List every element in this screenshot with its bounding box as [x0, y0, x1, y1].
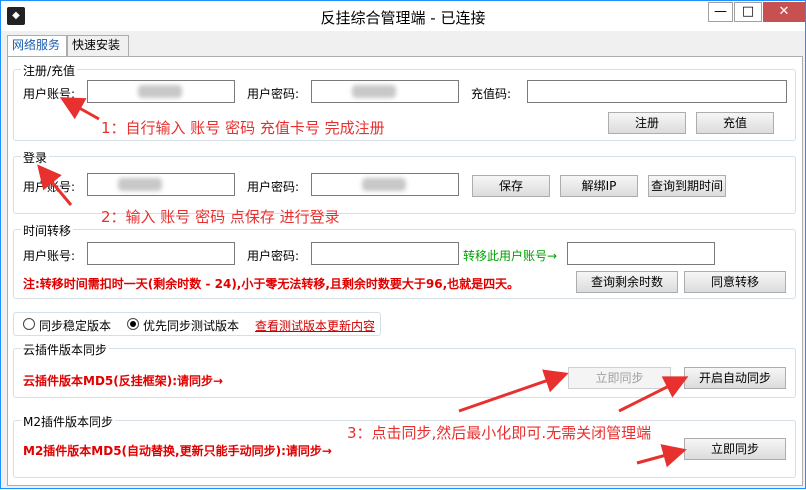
- transfer-password-input[interactable]: [311, 242, 459, 265]
- title-bar: ◆ 反挂综合管理端 - 已连接 — □ ✕: [1, 1, 805, 31]
- cloud-sync-legend: 云插件版本同步: [21, 341, 110, 358]
- recharge-code-input[interactable]: [527, 80, 787, 103]
- m2-sync-now-button[interactable]: 立即同步: [684, 438, 786, 460]
- transfer-password-label: 用户密码:: [247, 249, 300, 263]
- recharge-code-label: 充值码:: [471, 87, 512, 101]
- m2-sync-legend: M2插件版本同步: [21, 413, 115, 430]
- transfer-target-input[interactable]: [567, 242, 715, 265]
- transfer-legend: 时间转移: [21, 222, 74, 239]
- test-version-radio[interactable]: [127, 318, 139, 330]
- login-account-label: 用户账号:: [23, 180, 76, 194]
- query-expiry-button[interactable]: 查询到期时间: [648, 175, 726, 197]
- annotation-step3: 3：点击同步,然后最小化即可.无需关闭管理端: [347, 424, 652, 442]
- query-remaining-button[interactable]: 查询剩余时数: [576, 271, 678, 293]
- transfer-account-label: 用户账号:: [23, 249, 76, 263]
- test-version-label: 优先同步测试版本: [143, 319, 240, 333]
- view-test-updates-link[interactable]: 查看测试版本更新内容: [255, 317, 375, 334]
- tab-network-service[interactable]: 网络服务: [7, 35, 67, 57]
- register-password-input[interactable]: [311, 80, 459, 103]
- stable-version-label: 同步稳定版本: [39, 319, 112, 333]
- register-legend: 注册/充值: [21, 62, 78, 79]
- agree-transfer-button[interactable]: 同意转移: [684, 271, 786, 293]
- transfer-note: 注:转移时间需扣时一天(剩余时数 - 24),小于零无法转移,且剩余时数要大于9…: [23, 277, 520, 291]
- window-title: 反挂综合管理端 - 已连接: [320, 9, 486, 27]
- m2-md5-status: M2插件版本MD5(自动替换,更新只能手动同步):请同步→: [23, 444, 332, 458]
- auto-sync-button[interactable]: 开启自动同步: [684, 367, 786, 389]
- tab-quick-install[interactable]: 快速安装: [67, 35, 129, 56]
- recharge-button[interactable]: 充值: [696, 112, 774, 134]
- register-password-label: 用户密码:: [247, 87, 300, 101]
- register-account-label: 用户账号:: [23, 87, 76, 101]
- main-window: ◆ 反挂综合管理端 - 已连接 — □ ✕ 网络服务 快速安装 注册/充值 用户…: [0, 0, 806, 489]
- cloud-md5-status: 云插件版本MD5(反挂框架):请同步→: [23, 374, 224, 388]
- transfer-target-label: 转移此用户账号→: [463, 249, 558, 263]
- transfer-account-input[interactable]: [87, 242, 235, 265]
- maximize-button[interactable]: □: [734, 2, 762, 22]
- login-password-label: 用户密码:: [247, 180, 300, 194]
- login-legend: 登录: [21, 149, 50, 166]
- unbind-ip-button[interactable]: 解绑IP: [560, 175, 638, 197]
- minimize-button[interactable]: —: [708, 2, 733, 22]
- stable-version-radio[interactable]: [23, 318, 35, 330]
- register-account-input[interactable]: [87, 80, 235, 103]
- annotation-step2: 2：输入 账号 密码 点保存 进行登录: [101, 208, 340, 226]
- register-button[interactable]: 注册: [608, 112, 686, 134]
- login-account-input[interactable]: [87, 173, 235, 196]
- login-password-input[interactable]: [311, 173, 459, 196]
- save-button[interactable]: 保存: [472, 175, 550, 197]
- annotation-step1: 1：自行输入 账号 密码 充值卡号 完成注册: [101, 119, 385, 137]
- close-button[interactable]: ✕: [763, 2, 805, 22]
- cloud-sync-now-button[interactable]: 立即同步: [568, 367, 671, 389]
